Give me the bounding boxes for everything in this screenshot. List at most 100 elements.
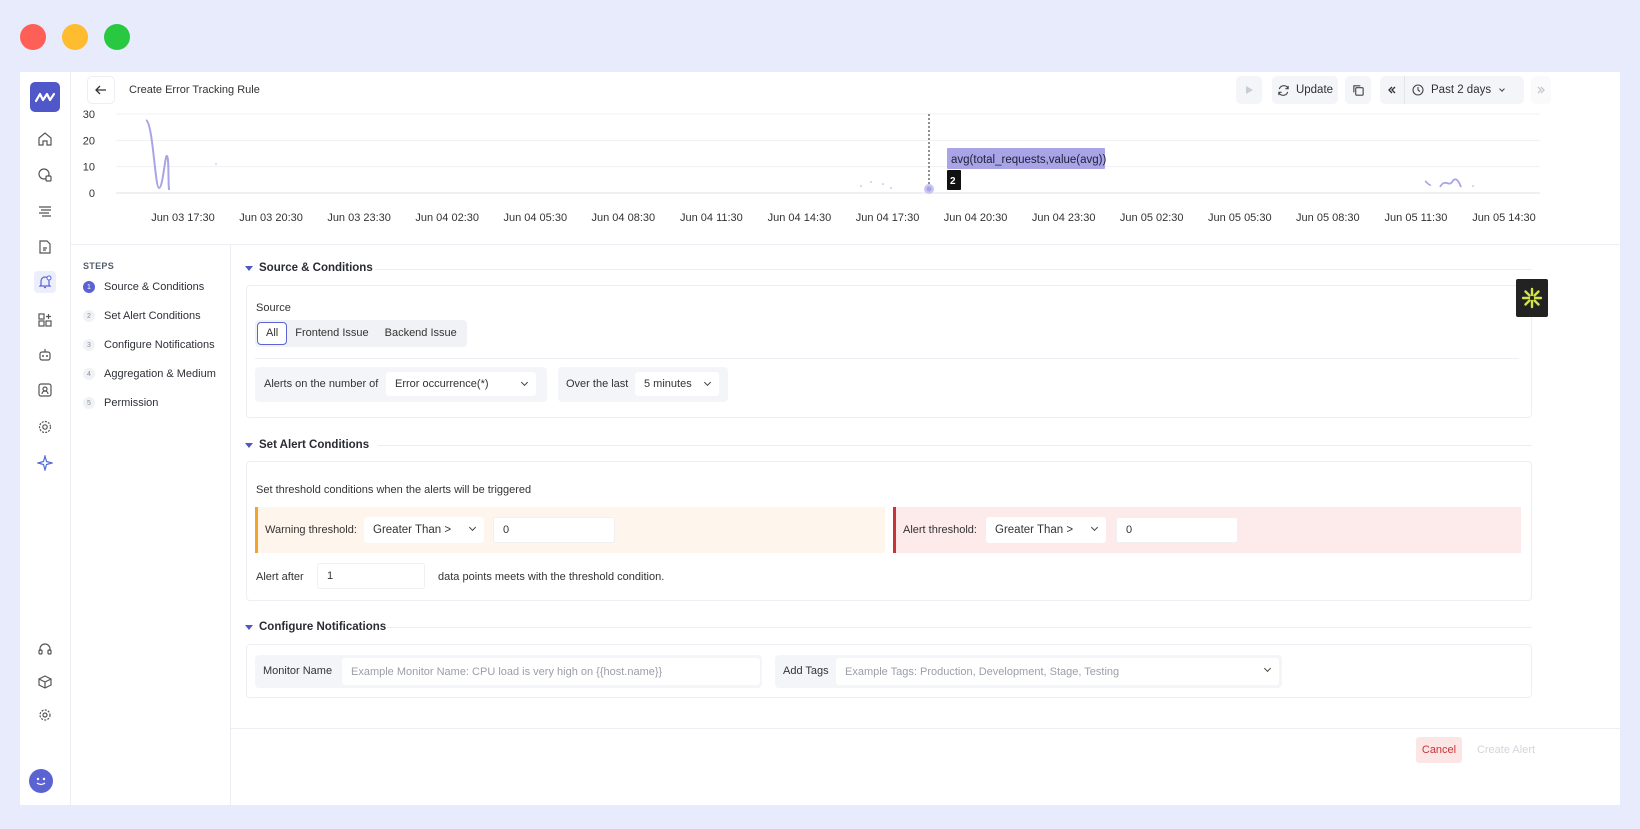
alert-threshold-input[interactable]: 0: [1116, 517, 1238, 543]
alert-threshold-label: Alert threshold:: [903, 524, 977, 536]
steps-title: STEPS: [83, 261, 115, 271]
cancel-button[interactable]: Cancel: [1416, 737, 1462, 763]
hover-point-core: [926, 186, 932, 192]
alert-after-label: Alert after: [256, 571, 304, 583]
chevron-down-icon: [468, 523, 477, 532]
tags-placeholder: Example Tags: Production, Development, S…: [845, 665, 1120, 678]
section-source-conditions-header[interactable]: Source & Conditions: [245, 262, 373, 274]
time-range-picker[interactable]: Past 2 days: [1380, 76, 1524, 104]
monitor-name-input[interactable]: Example Monitor Name: CPU load is very h…: [342, 658, 760, 685]
x-tick-label: Jun 04 14:30: [768, 212, 832, 224]
y-tick-label: 10: [83, 162, 95, 174]
over-last-select[interactable]: 5 minutes: [635, 372, 719, 396]
update-label: Update: [1295, 84, 1334, 96]
step-aggregation-medium[interactable]: 4 Aggregation & Medium: [83, 368, 216, 380]
warning-threshold-input[interactable]: 0: [493, 517, 615, 543]
step-number: 3: [83, 339, 95, 351]
chevrons-left-icon[interactable]: [1380, 85, 1404, 95]
home-icon[interactable]: [34, 128, 56, 150]
reports-icon[interactable]: [34, 236, 56, 258]
x-tick-label: Jun 04 20:30: [944, 212, 1008, 224]
source-option-backend-issue[interactable]: Backend Issue: [377, 322, 465, 345]
chart-divider: [71, 244, 1620, 245]
avatar[interactable]: [29, 769, 53, 793]
source-segmented-control: All Frontend Issue Backend Issue: [255, 320, 467, 347]
chevron-down-icon: [1263, 664, 1272, 673]
floating-widget-button[interactable]: [1516, 279, 1548, 317]
section-title: Source & Conditions: [259, 262, 373, 274]
window-maximize-button[interactable]: [104, 24, 130, 50]
warning-threshold-label: Warning threshold:: [265, 524, 357, 536]
logo-icon: [35, 92, 55, 103]
chevrons-right-button[interactable]: [1531, 76, 1551, 104]
step-label: Configure Notifications: [104, 339, 215, 351]
asterisk-icon: [1521, 287, 1543, 309]
section-notifications-header[interactable]: Configure Notifications: [245, 621, 386, 633]
source-option-all[interactable]: All: [257, 322, 288, 345]
tags-group: Add Tags Example Tags: Production, Devel…: [775, 655, 1282, 688]
step-source-conditions[interactable]: 1 Source & Conditions: [83, 281, 204, 293]
series-point: [1472, 185, 1474, 187]
alerts-on-select[interactable]: Error occurrence(*): [386, 372, 536, 396]
logs-icon[interactable]: [34, 200, 56, 222]
warning-operator-value: Greater Than >: [373, 524, 452, 536]
x-axis-ticks: Jun 03 17:30 Jun 03 20:30 Jun 03 23:30 Jun …: [151, 212, 1536, 224]
apm-icon[interactable]: [34, 164, 56, 186]
back-button[interactable]: [87, 76, 115, 104]
warning-threshold-box: Warning threshold: Greater Than > 0: [255, 507, 885, 553]
x-tick-label: Jun 05 08:30: [1296, 212, 1360, 224]
x-tick-label: Jun 05 11:30: [1385, 212, 1448, 224]
line-chart: 30 20 10 0 Jun 03 17:30 Jun 03 20:30 Jun 03 2…: [83, 109, 1540, 224]
x-tick-label: Jun 03 23:30: [327, 212, 391, 224]
update-button[interactable]: Update: [1272, 76, 1338, 104]
y-axis-ticks: 30 20 10 0: [83, 109, 95, 200]
over-last-group: Over the last 5 minutes: [558, 367, 728, 402]
monitor-name-placeholder: Example Monitor Name: CPU load is very h…: [351, 665, 663, 678]
tags-label: Add Tags: [783, 665, 829, 677]
window-close-button[interactable]: [20, 24, 46, 50]
gear-circle-icon[interactable]: [34, 416, 56, 438]
package-icon[interactable]: [34, 671, 56, 693]
play-button[interactable]: [1236, 76, 1262, 104]
bot-icon[interactable]: [34, 344, 56, 366]
step-configure-notifications[interactable]: 3 Configure Notifications: [83, 339, 215, 351]
sparkle-icon[interactable]: [34, 452, 56, 474]
tags-select[interactable]: Example Tags: Production, Development, S…: [836, 658, 1279, 685]
create-alert-button[interactable]: Create Alert: [1470, 737, 1542, 763]
headset-icon[interactable]: [34, 638, 56, 660]
sidebar: [20, 72, 71, 805]
step-set-alert-conditions[interactable]: 2 Set Alert Conditions: [83, 310, 201, 322]
user-monitoring-icon[interactable]: [34, 379, 56, 401]
step-permission[interactable]: 5 Permission: [83, 397, 158, 409]
app-logo[interactable]: [30, 82, 60, 112]
settings-icon[interactable]: [34, 704, 56, 726]
alerts-on-value: Error occurrence(*): [395, 378, 489, 390]
step-label: Aggregation & Medium: [104, 368, 216, 380]
dashboard-builder-icon[interactable]: [34, 309, 56, 331]
copy-icon: [1352, 84, 1364, 96]
chevron-down-icon: [1090, 523, 1099, 532]
step-label: Source & Conditions: [104, 281, 205, 293]
step-label: Set Alert Conditions: [104, 310, 201, 322]
monitor-name-label: Monitor Name: [263, 665, 333, 677]
section-alert-conditions-header[interactable]: Set Alert Conditions: [245, 439, 369, 451]
warning-operator-select[interactable]: Greater Than >: [364, 517, 484, 543]
source-conditions-card: Source All Frontend Issue Backend Issue …: [246, 285, 1532, 418]
series-point: [860, 185, 862, 187]
page-title: Create Error Tracking Rule: [129, 84, 260, 96]
alert-operator-select[interactable]: Greater Than >: [986, 517, 1106, 543]
copy-button[interactable]: [1345, 76, 1371, 104]
footer-divider: [231, 728, 1620, 729]
source-option-frontend-issue[interactable]: Frontend Issue: [287, 322, 376, 345]
alerts-on-label: Alerts on the number of: [264, 378, 379, 390]
time-range-label: Past 2 days: [1431, 84, 1492, 96]
x-tick-label: Jun 04 17:30: [856, 212, 920, 224]
alert-after-input[interactable]: 1: [317, 563, 425, 589]
alerts-icon[interactable]: [34, 271, 56, 293]
window-minimize-button[interactable]: [62, 24, 88, 50]
step-number: 1: [83, 281, 95, 293]
chart-area: 30 20 10 0 Jun 03 17:30 Jun 03 20:30 Jun 03 2…: [71, 108, 1620, 248]
chevrons-right-icon: [1537, 86, 1545, 94]
refresh-icon: [1278, 84, 1289, 96]
section-title: Set Alert Conditions: [259, 439, 370, 451]
